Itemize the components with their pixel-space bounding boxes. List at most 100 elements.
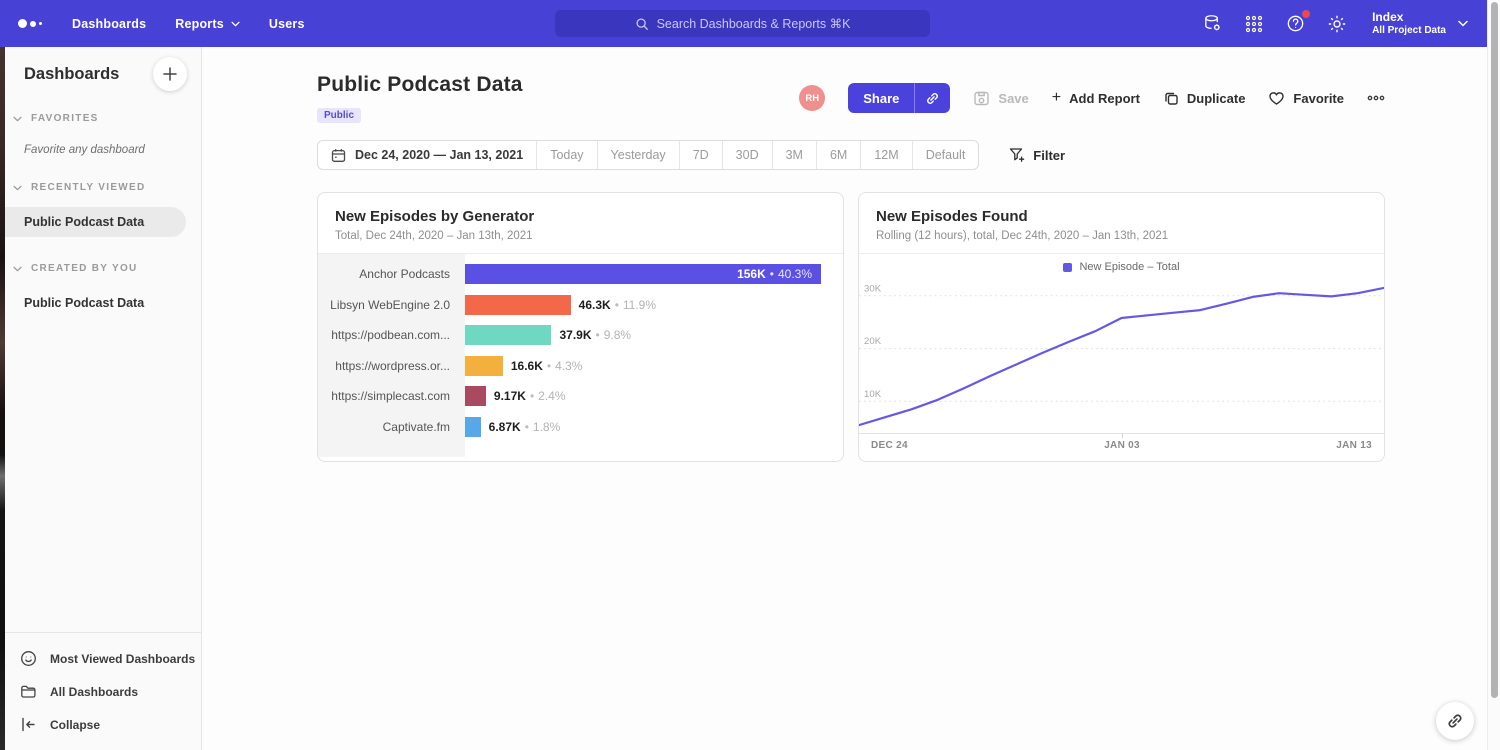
filter-label: Filter (1033, 148, 1065, 163)
sidebar-title: Dashboards (24, 65, 119, 84)
card-title: New Episodes Found (876, 208, 1367, 225)
settings-gear-icon[interactable] (1327, 13, 1347, 35)
x-tick-label: JAN 03 (1104, 440, 1140, 457)
copy-link-fab[interactable] (1436, 702, 1474, 740)
sidebar-item-public-podcast-data[interactable]: Public Podcast Data (0, 207, 186, 237)
preset-6m[interactable]: 6M (816, 141, 860, 169)
copy-link-button[interactable] (915, 83, 950, 113)
bar-value: 46.3K•11.9% (579, 298, 656, 312)
chevron-down-icon (231, 21, 240, 27)
chevron-down-icon (1458, 20, 1468, 27)
bar-value: 156K•40.3% (737, 267, 812, 281)
more-dots-icon (1367, 95, 1385, 101)
collapse-sidebar-button[interactable]: Collapse (0, 708, 201, 741)
card-title: New Episodes by Generator (335, 208, 826, 225)
mixpanel-logo[interactable] (18, 19, 42, 28)
visibility-badge: Public (317, 108, 361, 123)
preset-default[interactable]: Default (912, 141, 979, 169)
bar-row: Anchor Podcasts 156K•40.3% (318, 259, 843, 290)
x-axis: DEC 24 JAN 03 JAN 13 (859, 433, 1384, 457)
sidebar-footer: Most Viewed Dashboards All Dashboards Co… (0, 632, 201, 750)
sidebar-item-public-podcast-data-created[interactable]: Public Podcast Data (0, 288, 186, 318)
bar-row: https://podbean.com... 37.9K•9.8% (318, 320, 843, 351)
project-selector[interactable]: Index All Project Data (1372, 10, 1468, 38)
heart-icon (1268, 90, 1285, 106)
all-dashboards-button[interactable]: All Dashboards (0, 675, 201, 708)
primary-nav: Dashboards Reports Users (72, 17, 334, 31)
filter-button[interactable]: Filter (1009, 147, 1065, 163)
card-subtitle: Rolling (12 hours), total, Dec 24th, 202… (876, 230, 1367, 242)
legend-swatch (1063, 263, 1072, 272)
duplicate-button[interactable]: Duplicate (1163, 90, 1246, 106)
card-new-episodes-found: New Episodes Found Rolling (12 hours), t… (858, 192, 1385, 462)
section-favorites[interactable]: FAVORITES (0, 113, 201, 124)
save-icon (973, 90, 990, 107)
dashboard-actions: RH Share Save + Add Report (799, 83, 1385, 113)
duplicate-label: Duplicate (1187, 91, 1246, 106)
save-button[interactable]: Save (973, 90, 1028, 107)
scrollbar-thumb[interactable] (1491, 2, 1498, 698)
most-viewed-dashboards-button[interactable]: Most Viewed Dashboards (0, 642, 201, 675)
chevron-down-icon (13, 185, 22, 191)
preset-today[interactable]: Today (536, 141, 596, 169)
project-subtitle: All Project Data (1372, 25, 1446, 38)
avatar[interactable]: RH (799, 85, 825, 111)
favorites-empty-text: Favorite any dashboard (0, 144, 201, 156)
help-icon[interactable] (1285, 13, 1306, 35)
link-icon (1446, 712, 1464, 730)
preset-yesterday[interactable]: Yesterday (597, 141, 679, 169)
collapse-label: Collapse (50, 718, 100, 732)
line-plot[interactable]: 10K20K30K (859, 280, 1384, 433)
svg-text:20K: 20K (864, 336, 882, 347)
nav-users[interactable]: Users (269, 17, 305, 31)
favorite-label: Favorite (1293, 91, 1344, 106)
filter-funnel-icon (1009, 147, 1025, 163)
axis-tick (1122, 434, 1123, 438)
card-new-episodes-by-generator: New Episodes by Generator Total, Dec 24t… (317, 192, 844, 462)
date-range-picker[interactable]: Dec 24, 2020 — Jan 13, 2021 (318, 141, 536, 169)
bar[interactable] (465, 386, 486, 406)
section-favorites-label: FAVORITES (31, 113, 99, 124)
section-recently-viewed[interactable]: RECENTLY VIEWED (0, 182, 201, 193)
data-management-icon[interactable] (1202, 13, 1223, 35)
share-label[interactable]: Share (848, 83, 915, 113)
bar[interactable] (465, 325, 551, 345)
bar[interactable] (465, 356, 503, 376)
bar-value: 16.6K•4.3% (511, 359, 583, 373)
search-input[interactable]: Search Dashboards & Reports ⌘K (555, 10, 930, 37)
notification-badge (1302, 10, 1310, 18)
bar-row: Captivate.fm 6.87K•1.8% (318, 412, 843, 443)
bar[interactable] (465, 417, 481, 437)
plus-icon: + (1052, 90, 1061, 106)
background-window-sliver (0, 47, 5, 750)
all-dashboards-label: All Dashboards (50, 685, 138, 699)
top-navigation-bar: Dashboards Reports Users Search Dashboar… (0, 0, 1500, 47)
preset-12m[interactable]: 12M (860, 141, 911, 169)
add-report-button[interactable]: + Add Report (1052, 90, 1140, 106)
legend-label: New Episode – Total (1079, 261, 1179, 273)
chevron-down-icon (13, 116, 22, 122)
search-placeholder: Search Dashboards & Reports ⌘K (657, 16, 851, 31)
bar-value: 9.17K•2.4% (494, 389, 566, 403)
add-dashboard-button[interactable] (153, 57, 187, 91)
most-viewed-label: Most Viewed Dashboards (50, 652, 195, 666)
add-report-label: Add Report (1069, 91, 1140, 106)
preset-7d[interactable]: 7D (679, 141, 722, 169)
plus-icon (163, 67, 177, 81)
favorite-button[interactable]: Favorite (1268, 90, 1344, 106)
nav-dashboards[interactable]: Dashboards (72, 17, 146, 31)
nav-reports[interactable]: Reports (175, 17, 240, 31)
bar[interactable] (465, 295, 571, 315)
apps-grid-icon[interactable] (1244, 13, 1264, 35)
nav-dashboards-label: Dashboards (72, 17, 146, 31)
search-icon (635, 17, 649, 31)
section-recently-viewed-label: RECENTLY VIEWED (31, 182, 146, 193)
scrollbar[interactable] (1487, 0, 1500, 750)
preset-30d[interactable]: 30D (722, 141, 772, 169)
chart-legend[interactable]: New Episode – Total (859, 254, 1384, 280)
share-button[interactable]: Share (848, 83, 950, 113)
date-controls-row: Dec 24, 2020 — Jan 13, 2021 Today Yester… (317, 140, 1385, 170)
more-options-button[interactable] (1367, 95, 1385, 101)
preset-3m[interactable]: 3M (772, 141, 816, 169)
section-created-by-you[interactable]: CREATED BY YOU (0, 263, 201, 274)
